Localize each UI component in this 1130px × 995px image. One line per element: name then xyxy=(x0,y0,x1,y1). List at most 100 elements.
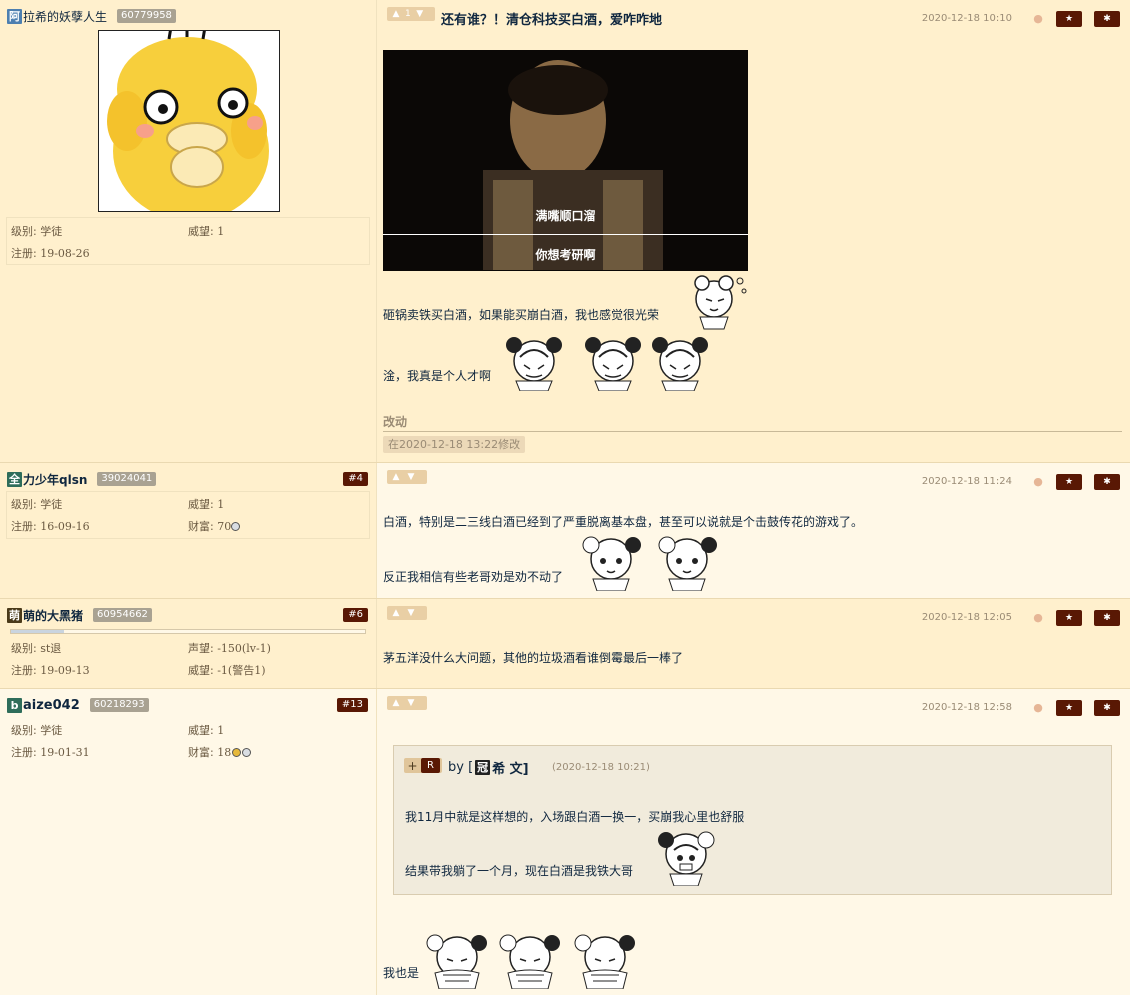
quote-user-badge: 冠 xyxy=(475,760,491,775)
user-register-date: 注册: 19-09-13 xyxy=(11,664,90,677)
user-badge: b xyxy=(7,697,22,713)
android-icon: ● xyxy=(1033,12,1043,25)
username[interactable]: 阿 拉希的妖孽人生 60779958 xyxy=(7,8,176,24)
star-icon[interactable]: ★ xyxy=(1056,610,1082,626)
user-id[interactable]: 60218293 xyxy=(89,698,149,712)
gear-icon[interactable]: ✱ xyxy=(1094,474,1120,490)
quote-username[interactable]: 希 文] xyxy=(492,758,528,777)
user-panel: 萌 萌的大黑猪 60954662 #6 级别: st退 声望: -150(lv-… xyxy=(0,599,377,688)
username[interactable]: b aize042 60218293 xyxy=(7,697,149,713)
gear-icon[interactable]: ✱ xyxy=(1094,610,1120,626)
quote-tag[interactable]: + R xyxy=(404,758,442,773)
user-id[interactable]: 60779958 xyxy=(117,9,176,23)
quote-author[interactable]: by [ 冠 希 文] xyxy=(448,758,529,777)
vote-box[interactable]: ▲ ▼ xyxy=(387,470,427,484)
post-text-line: 茅五洋没什么大问题，其他的垃圾酒看谁倒霉最后一棒了 xyxy=(383,651,684,665)
user-panel: b aize042 60218293 #13 级别: 学徒 威望: 1 注册: … xyxy=(0,689,377,995)
star-icon[interactable]: ★ xyxy=(1056,700,1082,716)
username[interactable]: 萌 萌的大黑猪 60954662 xyxy=(7,607,152,623)
edit-label: 改动 xyxy=(383,415,408,429)
floor-number[interactable]: #13 xyxy=(336,698,368,712)
user-fame: 声望: -150(lv-1) xyxy=(188,642,271,655)
post-title[interactable]: 还有谁？！清仓科技买白酒，爱咋咋地 xyxy=(441,9,662,28)
quote-plus[interactable]: + xyxy=(404,759,421,773)
quote-text-line: 结果带我躺了一个月，现在白酒是我铁大哥 xyxy=(405,864,634,878)
post-time: 2020-12-18 10:10 xyxy=(921,13,1012,24)
sticker-image xyxy=(658,831,715,886)
user-register-date: 注册: 19-08-26 xyxy=(11,247,90,260)
user-register-date: 注册: 19-01-31 xyxy=(11,746,90,759)
meme-image xyxy=(383,50,748,271)
divider xyxy=(383,431,1122,432)
user-level: 级别: 学徒 xyxy=(11,225,63,238)
username-text[interactable]: 萌的大黑猪 xyxy=(23,607,83,624)
quote-block: + R by [ 冠 希 文] (2020-12-18 10:21) 我11月中… xyxy=(393,745,1112,895)
floor-number[interactable]: #6 xyxy=(343,608,368,622)
sticker-image xyxy=(499,934,560,989)
post-content: ▲ 1 ▼ 还有谁？！清仓科技买白酒，爱咋咋地 2020-12-18 10:10… xyxy=(377,0,1130,462)
username-text[interactable]: aize042 xyxy=(23,698,80,713)
vote-box[interactable]: ▲ ▼ xyxy=(387,696,427,710)
thumb-up-icon[interactable]: ▲ xyxy=(390,9,402,20)
post-row: 萌 萌的大黑猪 60954662 #6 级别: st退 声望: -150(lv-… xyxy=(0,599,1130,689)
thumb-up-icon[interactable]: ▲ xyxy=(390,698,402,709)
post-content: ▲ ▼ 2020-12-18 11:24 ● ★ ✱ 白酒，特别是二三线白酒已经… xyxy=(377,463,1130,598)
star-icon[interactable]: ★ xyxy=(1056,11,1082,27)
post-time: 2020-12-18 12:58 xyxy=(921,702,1012,713)
user-badge: 阿 xyxy=(7,8,22,24)
user-badge: 萌 xyxy=(7,607,22,623)
user-badge: 全 xyxy=(7,471,22,487)
user-id[interactable]: 60954662 xyxy=(93,608,152,622)
floor-number[interactable]: #4 xyxy=(343,472,368,486)
quote-text-line: 我11月中就是这样想的，入场跟白酒一换一，买崩我心里也舒服 xyxy=(405,810,745,824)
post-content: ▲ ▼ 2020-12-18 12:05 ● ★ ✱ 茅五洋没什么大问题，其他的… xyxy=(377,599,1130,688)
username[interactable]: 全 力少年qlsn 39024041 xyxy=(7,471,157,488)
sticker-image xyxy=(426,934,487,989)
post-text-line: 白酒，特别是二三线白酒已经到了严重脱离基本盘，甚至可以说就是个击鼓传花的游戏了。 xyxy=(383,515,864,529)
post-image[interactable]: 满嘴顺口溜 你想考研啊 xyxy=(383,50,748,271)
username-text[interactable]: 拉希的妖孽人生 xyxy=(23,8,107,25)
thumb-down-icon[interactable]: ▼ xyxy=(405,698,417,709)
user-wealth: 财富: 70 xyxy=(188,518,241,534)
post-text-line: 我也是 xyxy=(383,966,420,980)
apple-icon: ● xyxy=(1033,611,1043,624)
image-caption-1: 满嘴顺口溜 xyxy=(535,209,596,223)
user-register-date: 注册: 16-09-16 xyxy=(11,520,90,533)
silver-coin-icon xyxy=(242,748,252,757)
reply-tag[interactable]: R xyxy=(421,758,440,773)
gear-icon[interactable]: ✱ xyxy=(1094,11,1120,27)
edit-note: 在2020-12-18 13:22修改 xyxy=(383,436,526,453)
user-panel: 全 力少年qlsn 39024041 #4 级别: 学徒 威望: 1 注册: 1… xyxy=(0,463,377,598)
thumb-down-icon[interactable]: ▼ xyxy=(405,608,417,619)
quote-by-text: by [ xyxy=(448,760,474,775)
user-id[interactable]: 39024041 xyxy=(97,472,157,486)
username-text[interactable]: 力少年qlsn xyxy=(23,471,87,488)
avatar[interactable] xyxy=(98,30,280,212)
vote-box[interactable]: ▲ 1 ▼ xyxy=(387,7,435,21)
post-text-line: 反正我相信有些老哥劝是劝不动了 xyxy=(383,570,564,584)
gold-coin-icon xyxy=(232,748,242,757)
vote-box[interactable]: ▲ ▼ xyxy=(387,606,427,620)
thumb-down-icon[interactable]: ▼ xyxy=(405,472,417,483)
vote-count: 1 xyxy=(405,9,411,19)
apple-icon: ● xyxy=(1033,475,1043,488)
post-row: b aize042 60218293 #13 级别: 学徒 威望: 1 注册: … xyxy=(0,689,1130,995)
user-level: 级别: st退 xyxy=(11,642,62,655)
thumb-up-icon[interactable]: ▲ xyxy=(390,472,402,483)
user-prestige: 威望: -1(警告1) xyxy=(188,664,266,677)
user-panel: 阿 拉希的妖孽人生 60779958 级别: 学徒 威望: 1 注册: 19-0… xyxy=(0,0,377,462)
apple-icon: ● xyxy=(1033,701,1043,714)
post-time: 2020-12-18 12:05 xyxy=(921,612,1012,623)
sticker-image xyxy=(585,337,641,391)
star-icon[interactable]: ★ xyxy=(1056,474,1082,490)
user-prestige: 威望: 1 xyxy=(188,225,225,238)
sticker-image xyxy=(506,337,562,391)
sticker-image xyxy=(694,275,747,330)
progress-fill xyxy=(11,630,65,633)
thumb-up-icon[interactable]: ▲ xyxy=(390,608,402,619)
sticker-image xyxy=(582,536,641,591)
thumb-down-icon[interactable]: ▼ xyxy=(414,9,426,20)
post-row: 全 力少年qlsn 39024041 #4 级别: 学徒 威望: 1 注册: 1… xyxy=(0,463,1130,599)
coin-icon xyxy=(231,522,241,531)
gear-icon[interactable]: ✱ xyxy=(1094,700,1120,716)
